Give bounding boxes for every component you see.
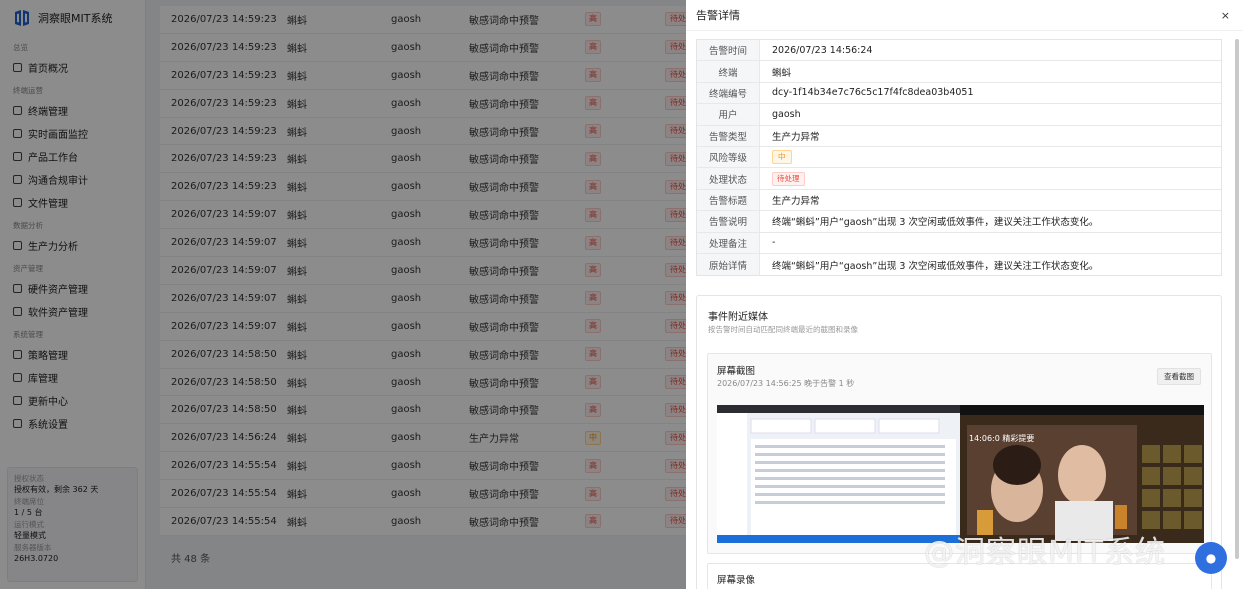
status-tag: 待处理 (772, 171, 805, 186)
alert-detail-list: 告警时间 2026/07/23 14:56:24 终端 蝌蚪 终端编号 dcy-1f14b… (696, 39, 1222, 277)
view-screenshot-button[interactable]: 查看截图 (1157, 368, 1201, 385)
detail-value: gaosh (772, 108, 801, 120)
thumbnail-caption: 14:06:0 精彩提要 (969, 433, 1034, 443)
detail-row: 用户 gaosh (697, 104, 1221, 126)
detail-value: 2026/07/23 14:56:24 (772, 44, 873, 56)
chat-icon: ● (1205, 551, 1217, 565)
drawer-mask[interactable] (0, 0, 686, 589)
detail-row: 终端编号 dcy-1f14b34e7c76c5c17f4fc8dea03b4051 (697, 82, 1221, 105)
drawer-title: 告警详情 (696, 9, 740, 22)
drawer-header: 告警详情 × (686, 0, 1242, 31)
detail-label: 用户 (697, 104, 760, 125)
detail-label: 终端编号 (697, 82, 760, 104)
detail-label: 原始详情 (697, 253, 760, 276)
detail-row: 告警类型 生产力异常 (697, 125, 1221, 147)
alert-detail-drawer: 告警详情 × 告警时间 2026/07/23 14:56:24 终端 蝌蚪 终端编号 dc… (686, 0, 1242, 589)
detail-value: dcy-1f14b34e7c76c5c17f4fc8dea03b4051 (772, 87, 974, 99)
detail-label: 告警时间 (697, 40, 760, 61)
detail-row: 原始详情 终端“蝌蚪”用户“gaosh”出现 3 次空闲或低效事件，建议关注工作状… (697, 253, 1221, 276)
detail-row: 处理备注 - (697, 232, 1221, 254)
risk-level-tag: 中 (772, 150, 792, 165)
detail-row: 终端 蝌蚪 (697, 61, 1221, 83)
media-subtitle: 按告警时间自动匹配同终端最近的截图和录像 (708, 325, 858, 334)
detail-label: 告警标题 (697, 189, 760, 211)
media-title: 事件附近媒体 (708, 312, 768, 323)
detail-value: - (772, 237, 776, 249)
detail-value: 蝌蚪 (772, 67, 792, 79)
detail-label: 风险等级 (697, 146, 760, 168)
screenshot-meta: 2026/07/23 14:56:25 晚于告警 1 秒 (717, 379, 855, 388)
detail-label: 处理状态 (697, 168, 760, 189)
detail-value: 生产力异常 (772, 131, 820, 143)
recording-title: 屏幕录像 (717, 575, 756, 586)
screenshot-thumbnail[interactable]: 14:06:0 精彩提要 (717, 405, 1204, 543)
detail-value: 生产力异常 (772, 195, 820, 207)
scrollbar-thumb[interactable] (1235, 39, 1239, 559)
detail-label: 告警说明 (697, 211, 760, 232)
detail-value: 终端“蝌蚪”用户“gaosh”出现 3 次空闲或低效事件，建议关注工作状态变化。 (772, 217, 1099, 229)
detail-row: 处理状态 待处理 (697, 168, 1221, 190)
detail-label: 告警类型 (697, 125, 760, 146)
detail-value: 待处理 (760, 168, 1221, 188)
chat-fab-button[interactable]: ● (1195, 542, 1227, 574)
drawer-scrollbar[interactable] (1234, 33, 1240, 586)
watermark: @洞察眼MIT系统 (924, 535, 1167, 570)
screenshot-card: 屏幕截图 2026/07/23 14:56:25 晚于告警 1 秒 查看截图 1… (707, 353, 1212, 554)
detail-row: 告警说明 终端“蝌蚪”用户“gaosh”出现 3 次空闲或低效事件，建议关注工作状… (697, 211, 1221, 233)
detail-value: 中 (760, 147, 1221, 167)
detail-row: 风险等级中 (697, 146, 1221, 169)
detail-value: 终端“蝌蚪”用户“gaosh”出现 3 次空闲或低效事件，建议关注工作状态变化。 (772, 260, 1099, 272)
screenshot-image: 14:06:0 精彩提要 (717, 405, 1204, 543)
detail-label: 处理备注 (697, 232, 760, 253)
detail-row: 告警时间 2026/07/23 14:56:24 (697, 40, 1221, 62)
detail-row: 告警标题 生产力异常 (697, 189, 1221, 212)
screenshot-title: 屏幕截图 (717, 366, 756, 377)
close-icon[interactable]: × (1221, 9, 1230, 22)
detail-label: 终端 (697, 61, 760, 82)
